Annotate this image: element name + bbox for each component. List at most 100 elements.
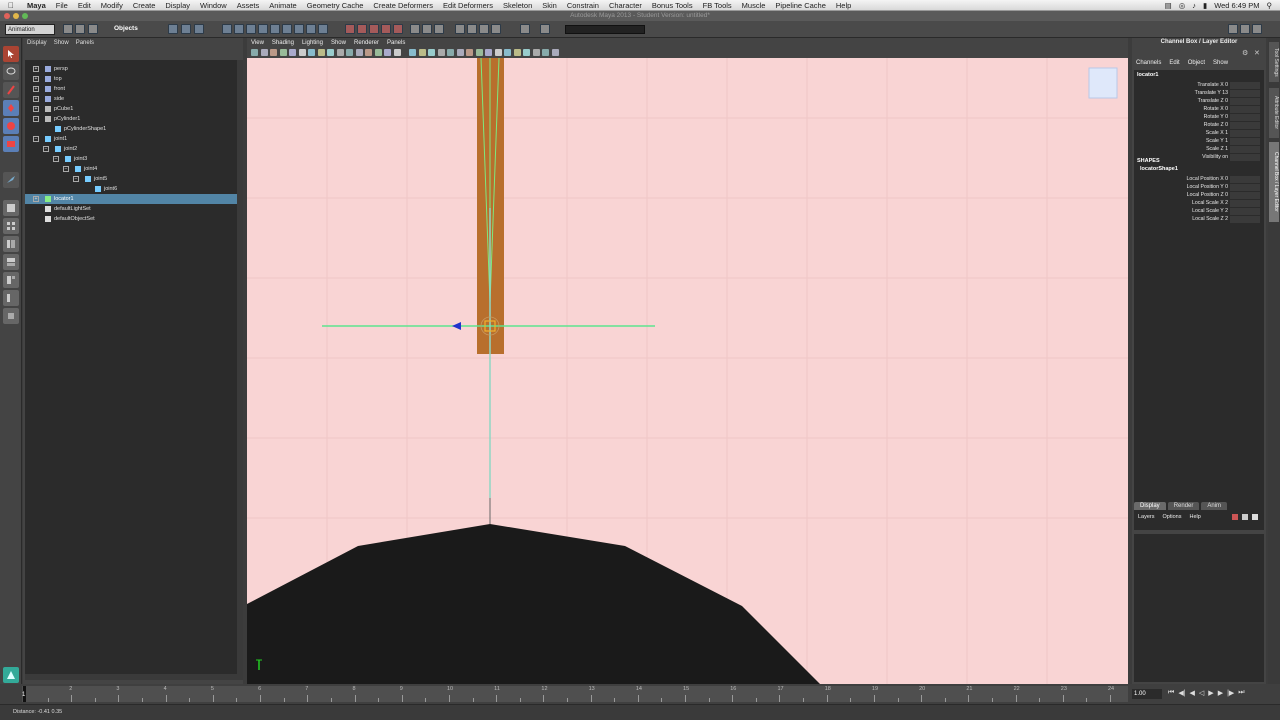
mask-rendering-icon[interactable] <box>294 24 304 34</box>
panel-toolbar-icon[interactable] <box>551 49 559 56</box>
panel-toolbar-icon[interactable] <box>466 49 473 56</box>
outliner-layout-icon[interactable] <box>3 290 19 306</box>
make-live-icon[interactable] <box>393 24 403 34</box>
expand-toggle-icon[interactable]: − <box>33 116 39 122</box>
viewport-menu-renderer[interactable]: Renderer <box>354 40 379 46</box>
outliner-menu-panels[interactable]: Panels <box>76 40 94 46</box>
show-hide-attribute-editor-icon[interactable] <box>1228 24 1238 34</box>
scale-tool-icon[interactable] <box>3 136 19 152</box>
viewport-menu-lighting[interactable]: Lighting <box>302 40 323 46</box>
channel-value-field[interactable] <box>1230 138 1260 145</box>
channel-value-field[interactable] <box>1230 98 1260 105</box>
outliner-item-pcylinder1[interactable]: − pCylinder1 <box>25 114 237 124</box>
go-to-end-icon[interactable]: ⏭ <box>1238 689 1244 697</box>
lock-selection-icon[interactable] <box>318 24 328 34</box>
volume-icon[interactable]: ♪ <box>1192 1 1196 10</box>
mask-dynamics-icon[interactable] <box>282 24 292 34</box>
shape-value-field[interactable] <box>1230 192 1260 199</box>
zoom-window-button[interactable] <box>22 13 28 19</box>
layer-options-icon[interactable] <box>1252 514 1258 520</box>
last-tool-used-icon[interactable] <box>3 172 19 188</box>
panel-toolbar-icon[interactable] <box>393 49 401 56</box>
expand-toggle-icon[interactable]: + <box>33 66 39 72</box>
shape-attribute[interactable]: Local Scale X 2 <box>1134 200 1228 206</box>
outliner-item-joint2[interactable]: − joint2 <box>25 144 237 154</box>
channel-attribute[interactable]: Scale Y 1 <box>1134 138 1228 144</box>
panel-toolbar-icon[interactable] <box>289 49 296 56</box>
panel-toolbar-icon[interactable] <box>437 49 445 56</box>
outliner-item-joint4[interactable]: − joint4 <box>25 164 237 174</box>
step-forward-frame-icon[interactable]: ▶ <box>1218 689 1223 697</box>
panel-toolbar-icon[interactable] <box>279 49 287 56</box>
layer-tab-anim[interactable]: Anim <box>1201 502 1228 510</box>
lasso-tool-icon[interactable] <box>3 64 19 80</box>
history-outputs-icon[interactable] <box>422 24 432 34</box>
selection-mode-label[interactable]: Objects <box>114 25 138 32</box>
channel-attribute[interactable]: Rotate Y 0 <box>1134 114 1228 120</box>
shape-attribute[interactable]: Local Scale Y 2 <box>1134 208 1228 214</box>
panel-toolbar-icon[interactable] <box>418 49 426 56</box>
save-scene-icon[interactable] <box>88 24 98 34</box>
minimize-window-button[interactable] <box>13 13 19 19</box>
panel-toolbar-icon[interactable] <box>475 49 483 56</box>
menu-file[interactable]: File <box>51 1 73 10</box>
outliner-item-persp[interactable]: + persp <box>25 64 237 74</box>
go-to-start-icon[interactable]: ⏮ <box>1168 689 1174 697</box>
render-settings-icon[interactable] <box>491 24 501 34</box>
render-view-icon[interactable] <box>455 24 465 34</box>
outliner-item-pcylindershape1[interactable]: pCylinderShape1 <box>25 124 237 134</box>
panel-toolbar-icon[interactable] <box>298 49 306 56</box>
viewport-menu-show[interactable]: Show <box>331 40 346 46</box>
expand-toggle-icon[interactable]: + <box>33 76 39 82</box>
channel-box-menu-object[interactable]: Object <box>1188 60 1205 66</box>
panel-toolbar-icon[interactable] <box>409 49 416 56</box>
channel-attribute[interactable]: Rotate Z 0 <box>1134 122 1228 128</box>
step-back-key-icon[interactable]: ◀| <box>1178 689 1185 697</box>
scene-view[interactable] <box>247 58 1128 684</box>
channel-attribute[interactable]: Scale Z 1 <box>1134 146 1228 152</box>
outliner-item-defaultobjectset[interactable]: defaultObjectSet <box>25 214 237 224</box>
rotate-tool-icon[interactable] <box>3 118 19 134</box>
panel-toolbar-icon[interactable] <box>327 49 334 56</box>
expand-toggle-icon[interactable]: + <box>33 196 39 202</box>
panel-toolbar-icon[interactable] <box>532 49 540 56</box>
panel-toolbar-icon[interactable] <box>542 49 549 56</box>
apple-menu-icon[interactable]:  <box>0 1 22 10</box>
channel-value-field[interactable] <box>1230 82 1260 89</box>
menu-display[interactable]: Display <box>160 1 195 10</box>
expand-toggle-icon[interactable]: + <box>33 86 39 92</box>
paint-select-tool-icon[interactable] <box>3 82 19 98</box>
show-hide-channel-box-icon[interactable] <box>1252 24 1262 34</box>
layer-tab-display[interactable]: Display <box>1134 502 1166 510</box>
input-line-toggle-icon[interactable] <box>540 24 550 34</box>
outliner-item-front[interactable]: + front <box>25 84 237 94</box>
mask-joints-icon[interactable] <box>234 24 244 34</box>
menu-assets[interactable]: Assets <box>232 1 265 10</box>
custom-layout-icon[interactable] <box>3 308 19 324</box>
expand-toggle-icon[interactable]: + <box>33 96 39 102</box>
new-scene-icon[interactable] <box>63 24 73 34</box>
shape-attribute[interactable]: Local Scale Z 2 <box>1134 216 1228 222</box>
channel-value-field[interactable] <box>1230 130 1260 137</box>
mask-curves-icon[interactable] <box>246 24 256 34</box>
panel-toolbar-icon[interactable] <box>494 49 502 56</box>
menu-fb-tools[interactable]: FB Tools <box>698 1 737 10</box>
snap-to-curves-icon[interactable] <box>357 24 367 34</box>
render-current-icon[interactable] <box>467 24 477 34</box>
channel-value-field[interactable] <box>1230 90 1260 97</box>
channel-box-menu-channels[interactable]: Channels <box>1136 60 1161 66</box>
panel-toolbar-icon[interactable] <box>374 49 382 56</box>
menu-pipeline-cache[interactable]: Pipeline Cache <box>770 1 830 10</box>
expand-toggle-icon[interactable]: − <box>73 176 79 182</box>
menu-create[interactable]: Create <box>128 1 161 10</box>
persp-graph-layout-icon[interactable] <box>3 254 19 270</box>
tab-channel-box[interactable]: Channel Box / Layer Editor <box>1269 142 1279 222</box>
panel-toolbar-icon[interactable] <box>485 49 492 56</box>
menu-window[interactable]: Window <box>195 1 232 10</box>
mask-handles-icon[interactable] <box>222 24 232 34</box>
mask-surfaces-icon[interactable] <box>258 24 268 34</box>
menu-muscle[interactable]: Muscle <box>737 1 771 10</box>
select-by-object-icon[interactable] <box>181 24 191 34</box>
mask-deformations-icon[interactable] <box>270 24 280 34</box>
panel-toolbar-icon[interactable] <box>504 49 511 56</box>
